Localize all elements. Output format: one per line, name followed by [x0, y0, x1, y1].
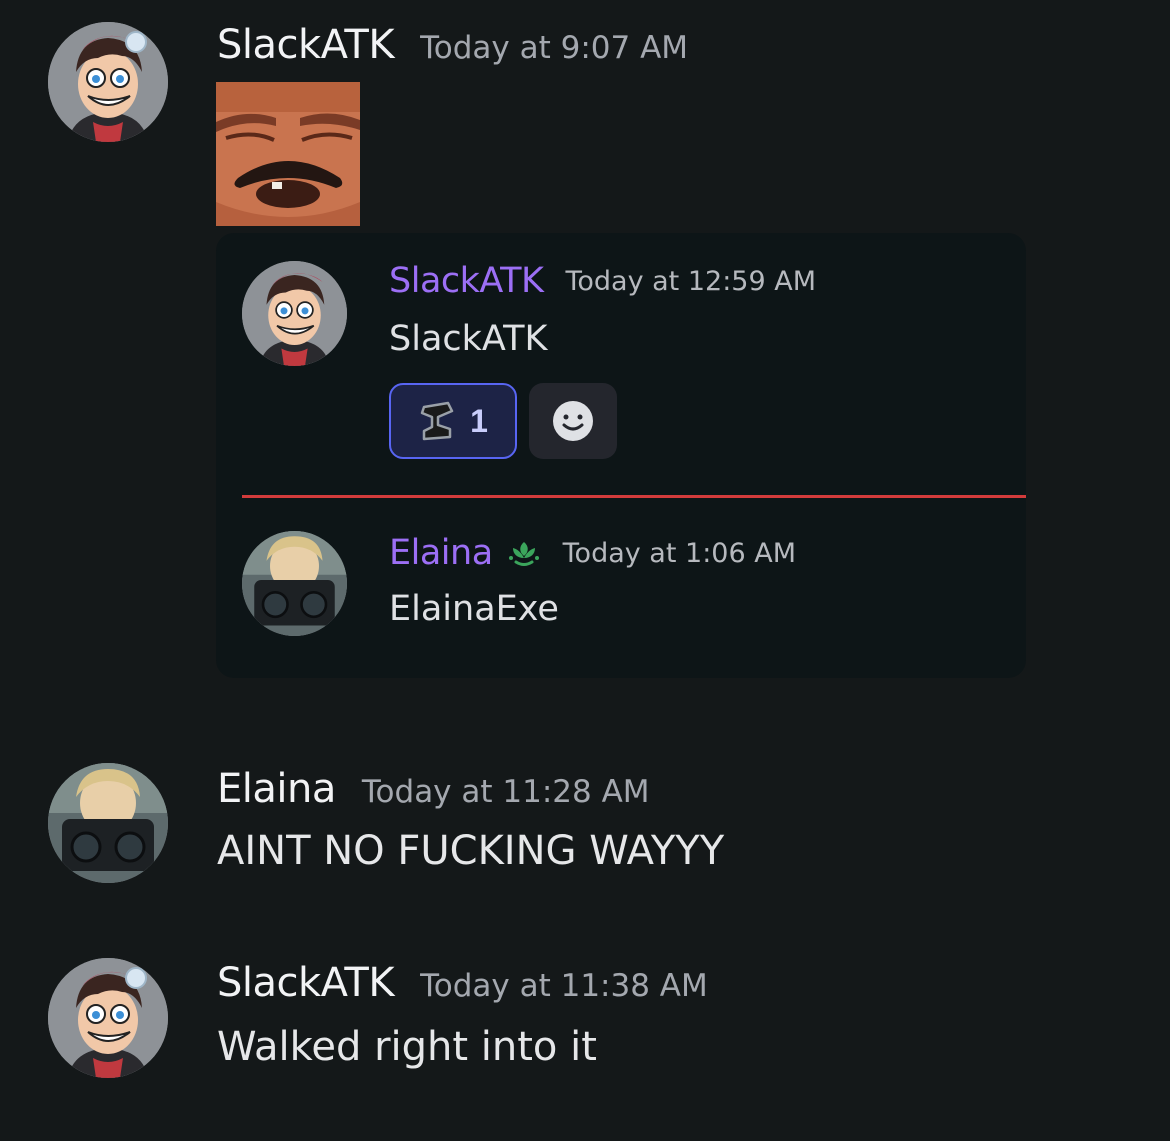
embed-username-2[interactable]: Elaina	[389, 533, 493, 573]
lotus-badge-icon[interactable]	[507, 536, 541, 570]
message-header: Elaina Today at 11:28 AM	[217, 766, 650, 812]
cartoon-avatar-icon	[242, 261, 347, 366]
message-text: AINT NO FUCKING WAYYY	[217, 828, 725, 874]
embed-timestamp: Today at 12:59 AM	[565, 265, 817, 297]
embed-header-2: Elaina Today at 1:06 AM	[389, 533, 796, 573]
elaina-avatar[interactable]	[48, 763, 168, 883]
photo-avatar-icon	[242, 531, 347, 636]
slackatk-embed-avatar[interactable]	[242, 261, 347, 366]
reaction-count: 1	[470, 402, 488, 439]
message-header: SlackATK Today at 11:38 AM	[217, 960, 708, 1006]
timestamp[interactable]: Today at 11:28 AM	[362, 774, 650, 810]
timestamp[interactable]: Today at 9:07 AM	[420, 30, 688, 66]
cartoon-avatar-icon	[48, 958, 168, 1078]
embed-message-text-2: ElainaExe	[389, 589, 559, 629]
message-text: Walked right into it	[217, 1024, 597, 1070]
elaina-embed-avatar[interactable]	[242, 531, 347, 636]
embed-timestamp-2: Today at 1:06 AM	[562, 537, 797, 569]
message-header: SlackATK Today at 9:07 AM	[217, 22, 688, 68]
username[interactable]: Elaina	[217, 766, 336, 812]
slackatk-avatar[interactable]	[48, 958, 168, 1078]
embed-username[interactable]: SlackATK	[389, 261, 544, 301]
username[interactable]: SlackATK	[217, 22, 395, 68]
reaction-anvil[interactable]: 1	[389, 383, 517, 459]
slackatk-avatar[interactable]	[48, 22, 168, 142]
add-reaction-icon	[553, 401, 593, 441]
message-slackatk-1: SlackATK Today at 9:07 AM SlackATK Today…	[0, 0, 1170, 700]
cartoon-avatar-icon	[48, 22, 168, 142]
new-messages-divider	[242, 495, 1026, 498]
photo-avatar-icon	[48, 763, 168, 883]
embed-header: SlackATK Today at 12:59 AM	[389, 261, 816, 301]
timestamp[interactable]: Today at 11:38 AM	[420, 968, 708, 1004]
embed-message-text: SlackATK	[389, 319, 548, 359]
add-reaction-button[interactable]	[529, 383, 617, 459]
laughing-man-emoji[interactable]	[216, 82, 360, 226]
forwarded-messages-embed: SlackATK Today at 12:59 AM SlackATK 1 El…	[216, 233, 1026, 678]
laughing-face-icon	[216, 82, 360, 226]
anvil-icon	[420, 401, 454, 441]
username[interactable]: SlackATK	[217, 960, 395, 1006]
